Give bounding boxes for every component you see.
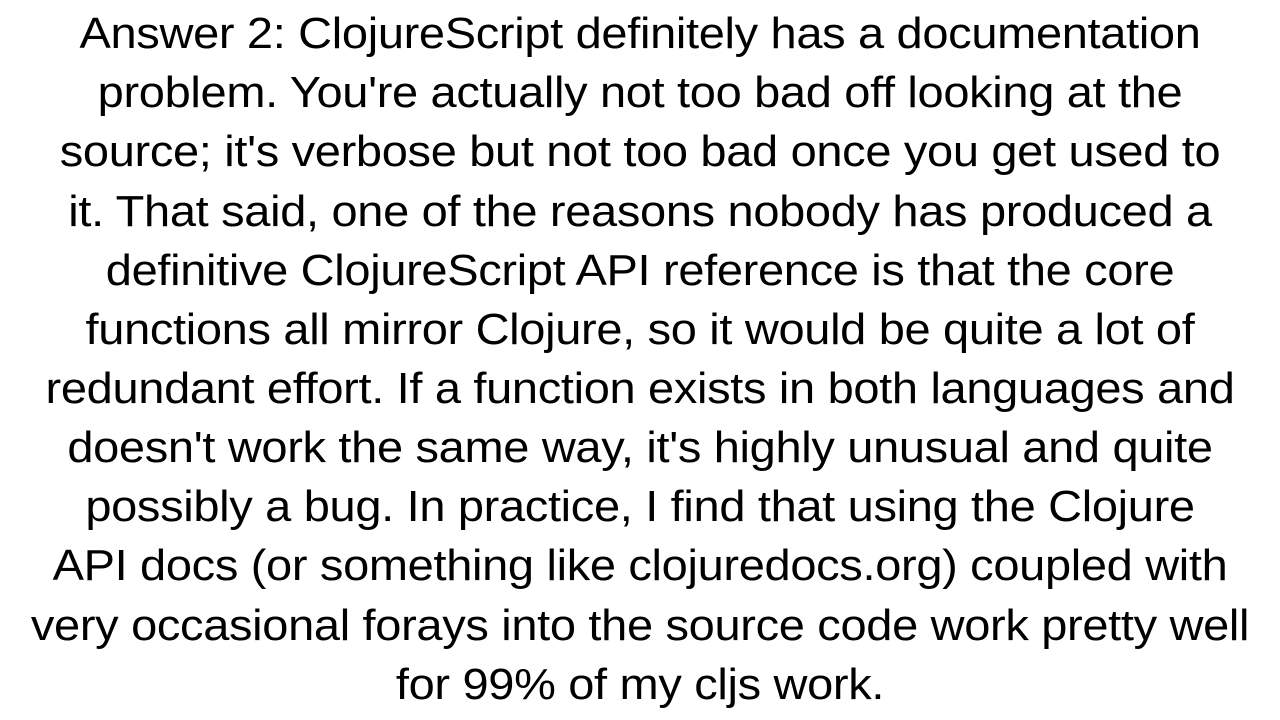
document-viewport: Answer 2: ClojureScript definitely has a… xyxy=(0,0,1280,720)
answer-body-text: Answer 2: ClojureScript definitely has a… xyxy=(31,5,1249,715)
